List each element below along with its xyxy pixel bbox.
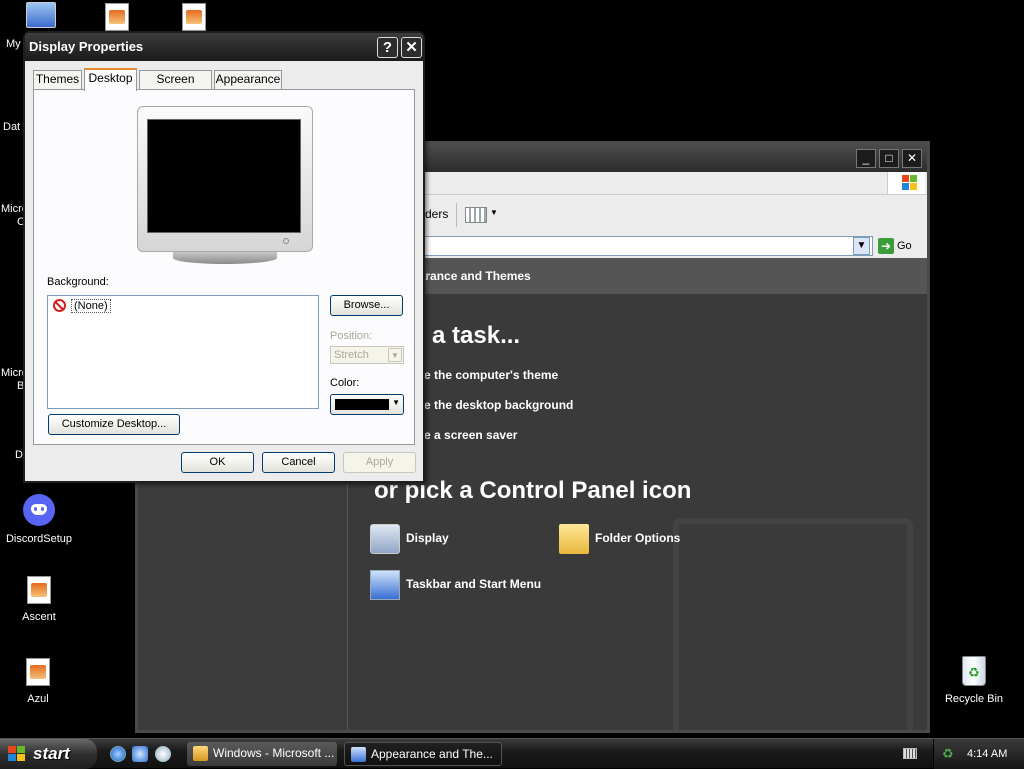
recycle-bin-icon: ♻ xyxy=(962,656,986,686)
views-icon xyxy=(465,207,487,223)
tab-desktop[interactable]: Desktop xyxy=(84,68,137,91)
minimize-button[interactable]: _ xyxy=(856,149,876,168)
dialog-title: Display Properties xyxy=(29,39,144,54)
taskbar-icon xyxy=(370,569,400,600)
cp-icon-label: Display xyxy=(406,531,449,545)
cp-icon-taskbar[interactable]: Taskbar and Start Menu xyxy=(370,568,541,600)
monitor-screen xyxy=(147,119,301,233)
position-label: Position: xyxy=(330,330,373,342)
background-list[interactable]: (None) xyxy=(47,295,319,409)
clock[interactable]: 4:14 AM xyxy=(967,739,1007,769)
taskbar-button-windows[interactable]: Windows - Microsoft ... xyxy=(187,742,337,766)
list-item-label: (None) xyxy=(71,299,111,313)
monitor-stand xyxy=(173,252,277,264)
start-button[interactable]: start xyxy=(0,739,97,769)
no-entry-icon xyxy=(53,299,66,312)
help-button[interactable]: ? xyxy=(377,37,398,58)
desktop-icon-discordsetup[interactable]: DiscordSetup xyxy=(0,494,79,545)
keyboard-icon[interactable] xyxy=(903,748,917,759)
color-label: Color: xyxy=(330,377,360,389)
list-item[interactable]: (None) xyxy=(53,298,111,314)
pick-task-heading: k a task... xyxy=(412,322,521,349)
position-select[interactable]: Stretch ▼ xyxy=(330,346,404,364)
cp-icon-display[interactable]: Display xyxy=(370,522,449,554)
taskbar: start Windows - Microsoft ... Appearance… xyxy=(0,738,1024,769)
desktop-icon-label: Azul xyxy=(27,693,49,705)
close-button[interactable]: ✕ xyxy=(401,37,422,58)
cp-icon-label: Folder Options xyxy=(595,531,681,545)
chevron-down-icon: ▼ xyxy=(392,398,400,407)
watermark-graphic xyxy=(673,518,913,730)
power-led-icon xyxy=(283,238,289,244)
dialog-titlebar[interactable]: Display Properties ? ✕ xyxy=(25,33,423,61)
desktop-icon-label: D xyxy=(15,449,23,461)
windows-logo-icon xyxy=(887,172,925,194)
go-button[interactable]: Go xyxy=(875,236,927,256)
views-button[interactable]: ▼ xyxy=(463,205,501,225)
taskbar-button-appearance[interactable]: Appearance and The... xyxy=(344,742,502,766)
customize-desktop-button[interactable]: Customize Desktop... xyxy=(48,414,180,435)
browse-button[interactable]: Browse... xyxy=(330,295,403,316)
display-properties-dialog: Display Properties ? ✕ Themes Desktop Sc… xyxy=(23,31,425,483)
desktop-tab-panel: Background: (None) Browse... Position: S… xyxy=(33,89,415,445)
cp-icon-label: Taskbar and Start Menu xyxy=(406,577,542,591)
email-icon[interactable] xyxy=(132,746,148,762)
close-button[interactable]: ✕ xyxy=(902,149,922,168)
window-icon xyxy=(351,747,366,762)
file-icon xyxy=(182,3,206,31)
computer-icon xyxy=(26,2,56,28)
color-swatch xyxy=(335,399,389,410)
file-icon xyxy=(26,658,50,686)
network-icon[interactable]: ♻ xyxy=(942,746,954,762)
file-icon xyxy=(27,576,51,604)
ok-button[interactable]: OK xyxy=(181,452,254,473)
monitor-preview xyxy=(137,106,313,266)
file-icon xyxy=(105,3,129,31)
task-label: Windows - Microsoft ... xyxy=(213,746,335,760)
desktop-icon-label: Recycle Bin xyxy=(944,693,1004,705)
background-label: Background: xyxy=(47,276,109,288)
tab-themes[interactable]: Themes xyxy=(33,70,82,89)
windows-flag-icon xyxy=(8,746,26,762)
folder-options-icon xyxy=(559,523,589,554)
media-player-icon[interactable] xyxy=(155,746,171,762)
chevron-down-icon: ▼ xyxy=(388,348,402,362)
discord-icon xyxy=(23,494,55,526)
start-label: start xyxy=(33,744,70,763)
cancel-button[interactable]: Cancel xyxy=(262,452,335,473)
desktop-icon-label: DiscordSetup xyxy=(5,533,73,545)
apply-button[interactable]: Apply xyxy=(343,452,416,473)
position-value: Stretch xyxy=(334,349,369,361)
task-label: Appearance and The... xyxy=(371,747,493,761)
tab-screen-saver[interactable]: Screen Saver xyxy=(139,70,212,103)
control-panel-content: earance and Themes k a task... e the com… xyxy=(348,258,927,730)
desktop-icon-azul[interactable]: Azul xyxy=(0,658,78,705)
desktop-icon-label: My xyxy=(6,38,21,50)
desktop-icon-label: Ascent xyxy=(22,611,56,623)
category-header: earance and Themes xyxy=(348,258,927,294)
task-link-theme[interactable]: e the computer's theme xyxy=(424,368,558,382)
maximize-button[interactable]: □ xyxy=(879,149,899,168)
task-link-screensaver[interactable]: e a screen saver xyxy=(424,428,517,442)
desktop: My Dat Micro C Micro B D DiscordSetup As… xyxy=(0,0,1024,738)
system-tray: ♻ 4:14 AM xyxy=(933,739,1024,769)
desktop-icon-label: Dat xyxy=(3,121,21,133)
chevron-down-icon: ▼ xyxy=(490,208,498,217)
desktop-icon-recycle-bin[interactable]: ♻ Recycle Bin xyxy=(934,656,1014,705)
desktop-icon-my-computer[interactable] xyxy=(1,2,81,31)
cp-icon-folder-options[interactable]: Folder Options xyxy=(559,522,680,554)
tab-appearance[interactable]: Appearance xyxy=(214,70,282,89)
color-picker-button[interactable]: ▼ xyxy=(330,394,404,415)
monitor-bezel xyxy=(137,106,313,252)
task-link-background[interactable]: e the desktop background xyxy=(424,398,573,412)
folders-button[interactable]: ders xyxy=(425,207,448,221)
display-icon xyxy=(370,523,400,554)
desktop-icon-ascent[interactable]: Ascent xyxy=(0,576,79,623)
internet-explorer-icon[interactable] xyxy=(110,746,126,762)
address-dropdown-button[interactable]: ▼ xyxy=(853,237,870,255)
window-icon xyxy=(193,746,208,761)
